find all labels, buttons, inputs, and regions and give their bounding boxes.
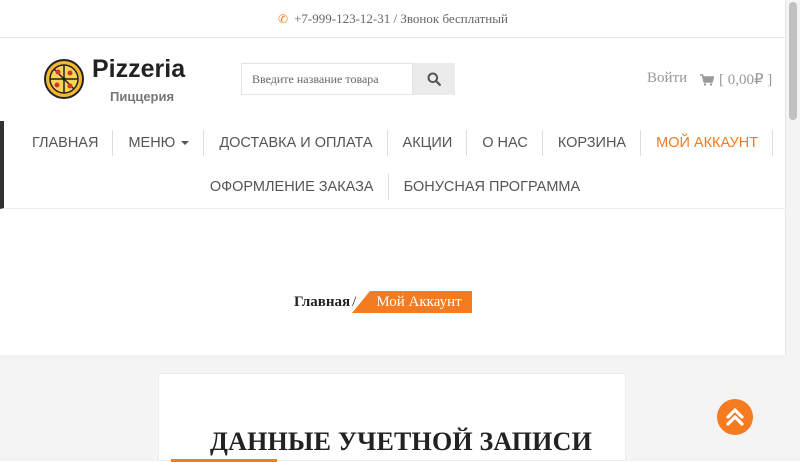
nav-item-menu-label: Меню: [128, 135, 176, 151]
product-search: [241, 63, 455, 95]
breadcrumb-current: Мой Аккаунт: [352, 291, 472, 313]
double-chevron-up-icon: [726, 408, 744, 426]
nav-item-cart[interactable]: Корзина: [543, 121, 642, 165]
cart-link[interactable]: [ 0,00₽ ]: [700, 70, 772, 89]
logo-title[interactable]: Pizzeria: [92, 55, 185, 84]
nav-item-delivery[interactable]: Доставка и оплата: [204, 121, 388, 165]
search-input[interactable]: [241, 63, 413, 95]
breadcrumb: Главная / Мой Аккаунт: [294, 291, 472, 313]
account-card: ДАННЫЕ УЧЕТНОЙ ЗАПИСИ: [158, 373, 626, 462]
top-bar: ✆ +7-999-123-12-31 / Звонок бесплатный: [0, 0, 786, 38]
main-navigation: Главная Меню Доставка и оплата Акции О н…: [0, 121, 786, 209]
phone-icon: ✆: [278, 12, 289, 26]
nav-item-my-account[interactable]: Мой аккаунт: [641, 121, 774, 165]
scrollbar-thumb[interactable]: [789, 2, 797, 120]
nav-item-bonus-program[interactable]: Бонусная программа: [389, 165, 596, 209]
nav-item-promotions[interactable]: Акции: [388, 121, 468, 165]
contact-phone-text: +7-999-123-12-31 / Звонок бесплатный: [294, 11, 508, 26]
nav-item-menu[interactable]: Меню: [113, 121, 205, 165]
nav-row-secondary: Оформление заказа Бонусная программа: [4, 165, 786, 209]
account-details-heading: ДАННЫЕ УЧЕТНОЙ ЗАПИСИ: [210, 427, 592, 456]
search-button[interactable]: [413, 63, 455, 95]
search-icon: [427, 72, 441, 86]
breadcrumb-home-link[interactable]: Главная: [294, 294, 350, 311]
chevron-down-icon: [181, 141, 190, 146]
page-scrollbar[interactable]: [785, 0, 800, 461]
cart-icon: [700, 73, 714, 86]
scroll-to-top-button[interactable]: [717, 399, 753, 435]
pizza-icon: [44, 59, 84, 99]
login-link[interactable]: Войти: [647, 70, 687, 87]
site-header: Pizzeria Пиццерия Войти [ 0,00₽ ]: [0, 38, 786, 121]
nav-item-home[interactable]: Главная: [17, 121, 114, 165]
nav-item-checkout[interactable]: Оформление заказа: [195, 165, 389, 209]
nav-item-about[interactable]: О нас: [467, 121, 543, 165]
cart-total: [ 0,00₽ ]: [719, 72, 773, 88]
logo-subtitle: Пиццерия: [110, 89, 175, 104]
nav-row-primary: Главная Меню Доставка и оплата Акции О н…: [4, 121, 786, 165]
